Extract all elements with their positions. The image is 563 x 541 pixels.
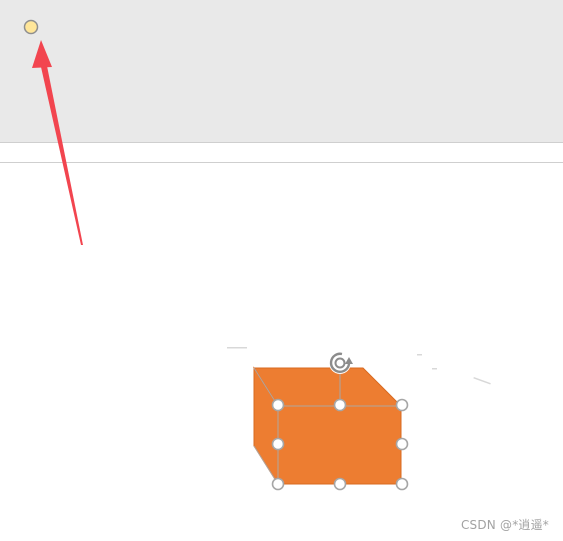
slide-canvas xyxy=(23,19,491,491)
adjust-handle[interactable] xyxy=(23,19,39,35)
resize-handle-top-right[interactable] xyxy=(395,398,409,412)
resize-handle-bottom-left[interactable] xyxy=(271,477,285,491)
resize-handle-bottom-center[interactable] xyxy=(333,477,347,491)
resize-handle-top-left[interactable] xyxy=(271,398,285,412)
resize-handle-middle-right[interactable] xyxy=(395,437,409,451)
cube-front-face xyxy=(277,405,402,485)
resize-handle-bottom-right[interactable] xyxy=(395,477,409,491)
annotation-arrow xyxy=(32,40,83,245)
resize-handle-middle-left[interactable] xyxy=(271,437,285,451)
resize-handle-top-center[interactable] xyxy=(333,398,347,412)
cube-shape[interactable] xyxy=(253,366,403,486)
watermark-text: CSDN @*逍遥* xyxy=(460,518,549,532)
